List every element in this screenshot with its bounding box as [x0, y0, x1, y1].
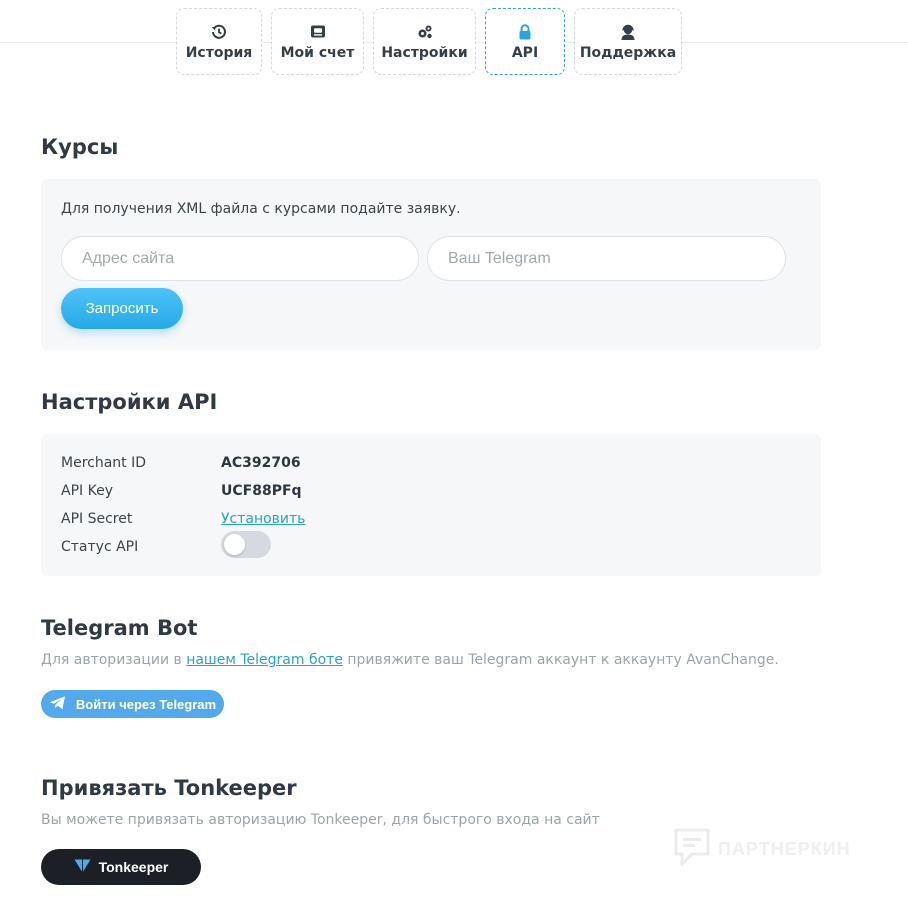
site-address-input[interactable]: [61, 236, 419, 281]
tonkeeper-title: Привязать Tonkeeper: [41, 776, 297, 800]
tab-my-account-label: Мой счет: [280, 44, 355, 61]
watermark-text: ПАРТНЕРКИН: [718, 838, 851, 859]
merchant-id-label: Merchant ID: [61, 455, 147, 471]
tab-api[interactable]: API: [485, 8, 565, 75]
api-settings-title: Настройки API: [41, 390, 218, 414]
settings-icon: [416, 23, 434, 41]
chat-logo-icon: [674, 828, 710, 870]
api-secret-label: API Secret: [61, 511, 133, 527]
tonkeeper-logo-icon: [74, 859, 91, 876]
tab-settings-label: Настройки: [381, 44, 468, 61]
lock-icon: [516, 23, 534, 41]
rates-description: Для получения XML файла с курсами подайт…: [61, 201, 461, 217]
merchant-id-value: AC392706: [221, 455, 301, 471]
history-icon: [210, 23, 228, 41]
wallet-icon: [309, 23, 327, 41]
tab-support-label: Поддержка: [579, 44, 677, 61]
telegram-login-button[interactable]: Войти через Telegram: [41, 690, 224, 718]
account-tabs: История Мой счет Настройки API Поддержка: [176, 8, 682, 75]
api-key-value: UCF88PFq: [221, 483, 302, 499]
tab-support[interactable]: Поддержка: [574, 8, 682, 75]
tonkeeper-description: Вы можете привязать авторизацию Tonkeepe…: [41, 812, 600, 828]
support-agent-icon: [619, 23, 637, 41]
telegram-text-after: привяжите ваш Telegram аккаунт к аккаунт…: [342, 652, 779, 668]
rates-title: Курсы: [41, 135, 119, 159]
tonkeeper-button[interactable]: Tonkeeper: [41, 849, 201, 885]
partnerkin-watermark: ПАРТНЕРКИН: [674, 828, 851, 870]
telegram-icon: [49, 695, 66, 713]
telegram-bot-title: Telegram Bot: [41, 616, 198, 640]
tonkeeper-button-label: Tonkeeper: [98, 859, 169, 875]
api-status-label: Статус API: [61, 539, 139, 555]
telegram-login-label: Войти через Telegram: [75, 696, 217, 712]
api-settings-panel: Merchant ID AC392706 API Key UCF88PFq AP…: [41, 434, 821, 576]
tab-history-label: История: [185, 44, 253, 61]
tab-my-account[interactable]: Мой счет: [271, 8, 364, 75]
telegram-bot-description: Для авторизации в нашем Telegram боте пр…: [41, 652, 779, 668]
rates-panel: Для получения XML файла с курсами подайт…: [41, 179, 821, 350]
api-status-toggle[interactable]: [221, 531, 271, 558]
tab-settings[interactable]: Настройки: [373, 8, 476, 75]
tab-history[interactable]: История: [176, 8, 262, 75]
request-button[interactable]: Запросить: [61, 288, 183, 329]
toggle-knob: [224, 534, 245, 555]
api-key-label: API Key: [61, 483, 113, 499]
telegram-bot-link[interactable]: нашем Telegram боте: [186, 652, 343, 668]
telegram-text-before: Для авторизации в: [41, 652, 187, 668]
tab-api-label: API: [511, 44, 539, 61]
telegram-input[interactable]: [427, 236, 786, 281]
set-api-secret-link[interactable]: Установить: [221, 511, 305, 527]
